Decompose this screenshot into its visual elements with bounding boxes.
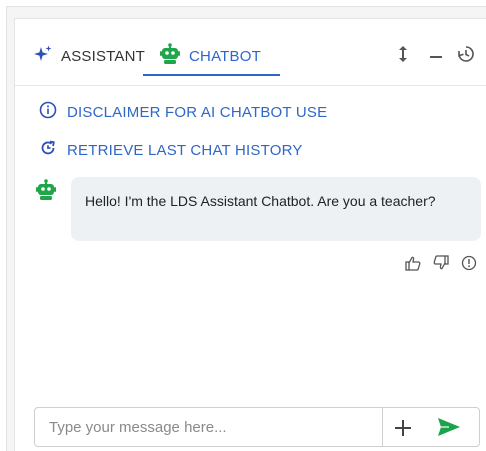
bot-message-bubble: Hello! I'm the LDS Assistant Chatbot. Ar… <box>71 177 481 241</box>
disclaimer-label: DISCLAIMER FOR AI CHATBOT USE <box>67 103 328 121</box>
retrieve-label: RETRIEVE LAST CHAT HISTORY <box>67 141 303 159</box>
robot-icon <box>159 43 181 69</box>
retrieve-history-link[interactable]: RETRIEVE LAST CHAT HISTORY <box>39 139 303 161</box>
send-icon[interactable] <box>437 417 461 442</box>
info-icon <box>39 101 57 123</box>
add-icon[interactable] <box>393 414 413 446</box>
chat-panel: ASSISTANT CHATBOT DISCLAIMER FOR AI CHAT… <box>14 18 486 451</box>
composer-divider <box>382 408 383 446</box>
bot-message-text: Hello! I'm the LDS Assistant Chatbot. Ar… <box>85 193 436 209</box>
report-icon[interactable] <box>461 255 477 271</box>
bot-avatar-icon <box>35 179 57 206</box>
disclaimer-link[interactable]: DISCLAIMER FOR AI CHATBOT USE <box>39 101 327 123</box>
sparkle-icon <box>33 44 53 68</box>
refresh-icon <box>39 139 57 161</box>
tab-chatbot[interactable]: CHATBOT <box>159 39 261 73</box>
message-input[interactable] <box>35 408 408 446</box>
message-composer <box>34 407 480 447</box>
minimize-icon[interactable] <box>429 39 443 66</box>
resize-vertical-icon[interactable] <box>397 45 409 68</box>
history-icon[interactable] <box>457 45 475 68</box>
tab-assistant[interactable]: ASSISTANT <box>33 39 145 73</box>
active-tab-indicator <box>143 74 280 76</box>
message-feedback <box>405 255 477 271</box>
thumbs-up-icon[interactable] <box>405 255 421 271</box>
thumbs-down-icon[interactable] <box>433 255 449 271</box>
tab-bar: ASSISTANT CHATBOT <box>15 19 486 86</box>
tab-chatbot-label: CHATBOT <box>189 47 261 65</box>
tab-assistant-label: ASSISTANT <box>61 47 146 65</box>
